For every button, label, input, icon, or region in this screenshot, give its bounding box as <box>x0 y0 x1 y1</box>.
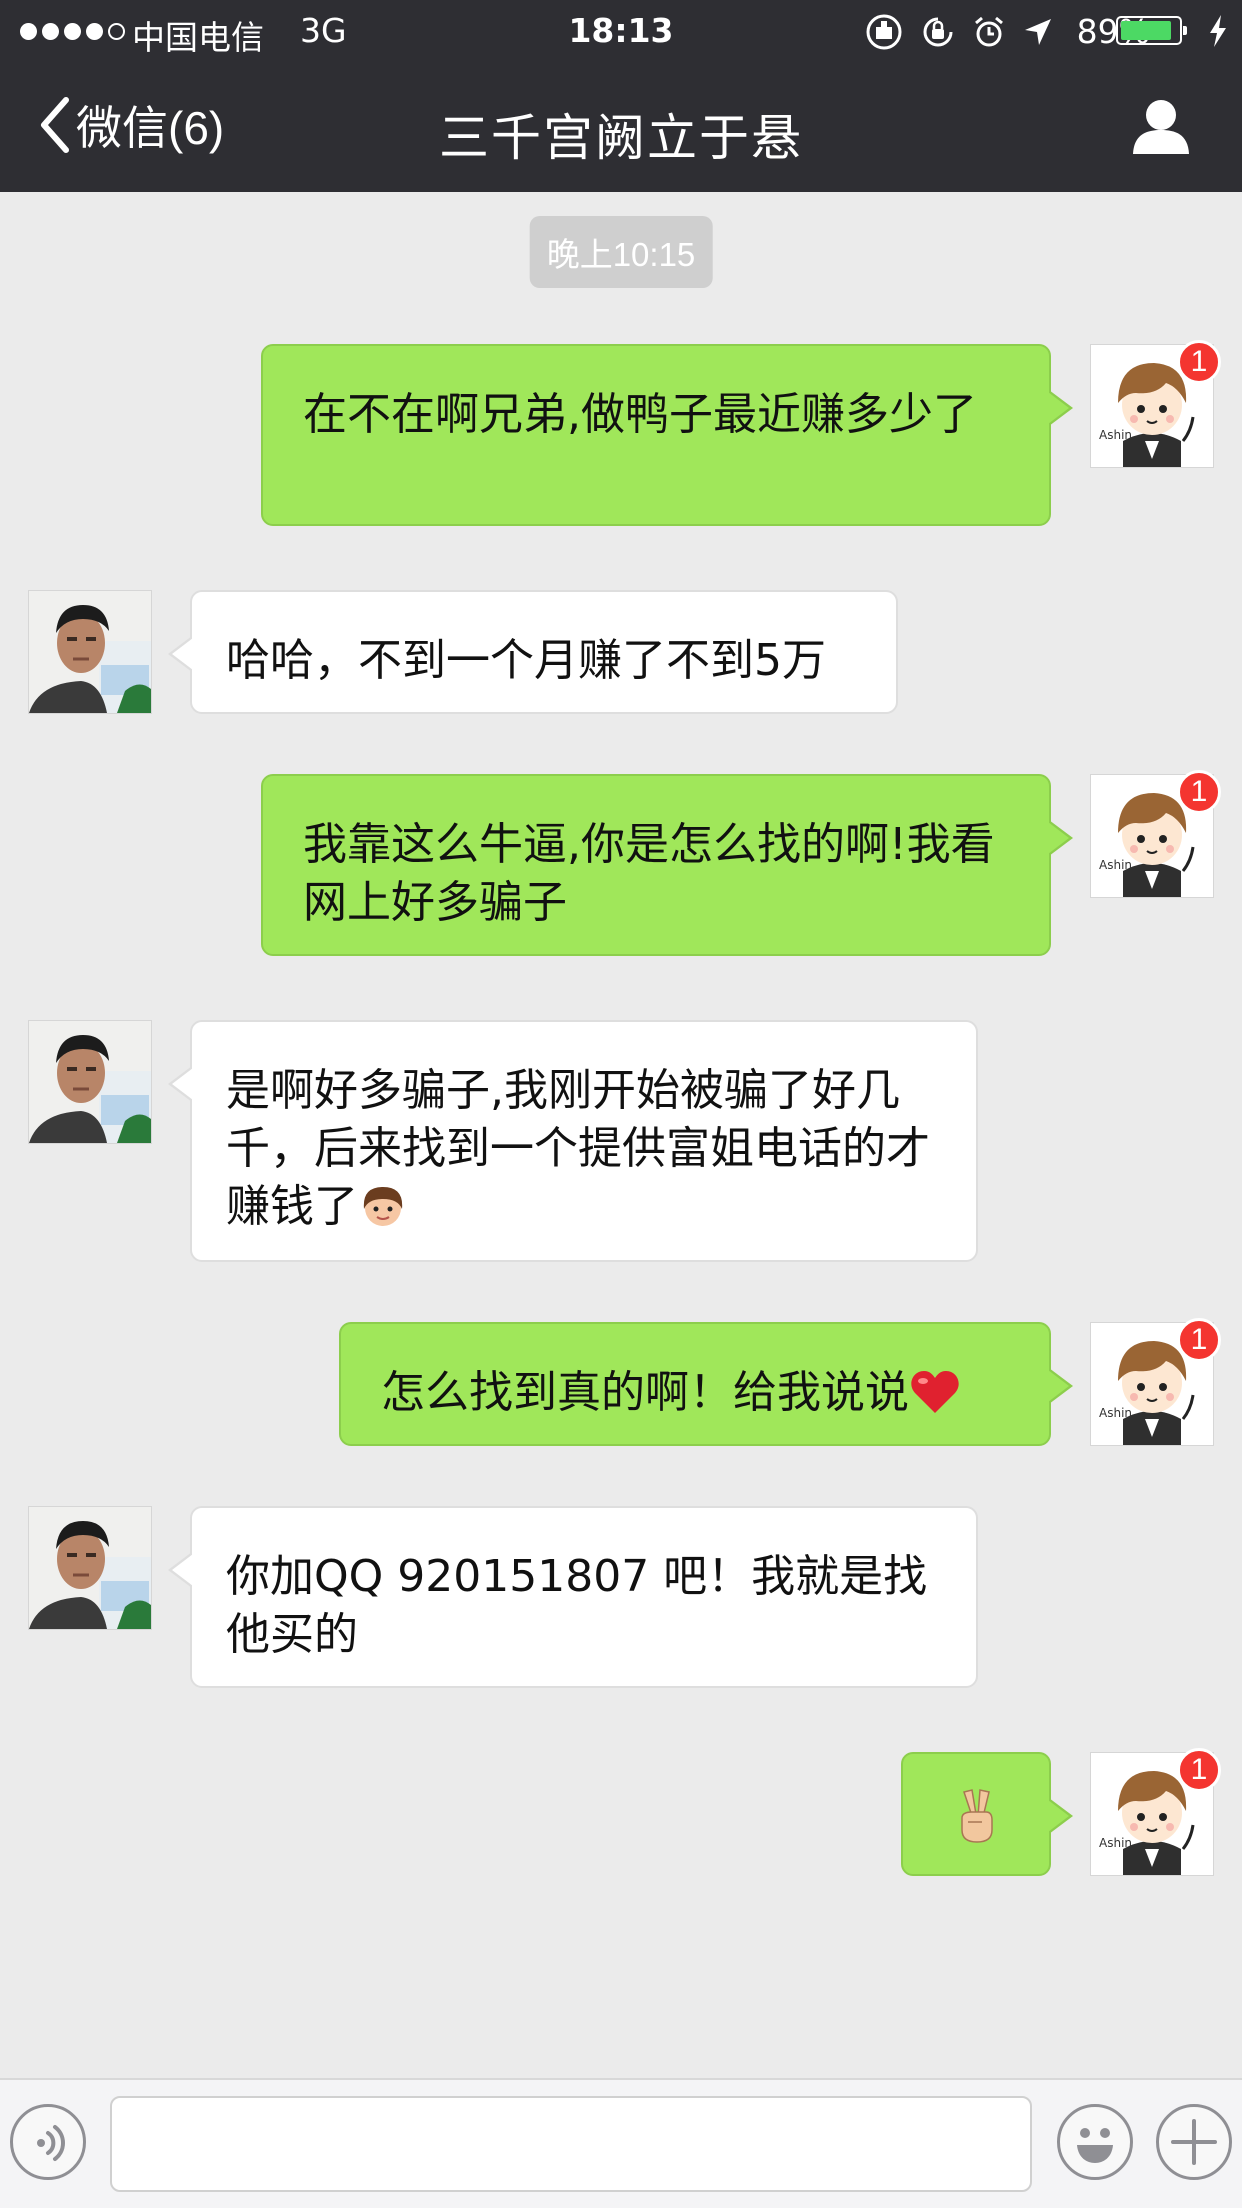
message-text: 是啊好多骗子,我刚开始被骗了好几千，后来找到一个提供富姐电话的才赚钱了 <box>226 1065 930 1232</box>
avatar-badge: 1 <box>1177 1748 1221 1792</box>
contact-avatar-image <box>29 1021 151 1143</box>
avatar-badge: 1 <box>1177 1318 1221 1362</box>
message-text: 你加QQ 920151807 吧！我就是找他买的 <box>226 1551 928 1660</box>
battery-icon <box>1116 16 1187 45</box>
message-bubble[interactable]: 哈哈，不到一个月赚了不到5万 <box>168 590 898 714</box>
svg-text:Ashin: Ashin <box>1099 1406 1132 1420</box>
contact-avatar[interactable] <box>28 590 152 714</box>
message-bubble[interactable]: 怎么找到真的啊！给我说说 <box>339 1322 1073 1446</box>
emoji-face-icon <box>1077 2128 1113 2163</box>
my-avatar[interactable]: Ashin 1 <box>1090 770 1221 898</box>
status-bar: 中国电信 3G 18:13 89% <box>0 0 1242 62</box>
victory-hand-emoji-icon <box>961 1789 993 1843</box>
chat-timestamp: 晚上10:15 <box>529 216 713 288</box>
nav-bar: 微信(6) 三千宫阙立于悬 <box>0 62 1242 192</box>
message-input[interactable] <box>110 2096 1032 2192</box>
emoji-button[interactable] <box>1057 2104 1133 2180</box>
girl-face-emoji-icon <box>363 1187 403 1226</box>
contact-avatar-image <box>29 1507 151 1629</box>
avatar-badge: 1 <box>1177 770 1221 814</box>
outgoing-message-row: Ashin 1 <box>0 1748 1242 1876</box>
message-list[interactable]: 晚上10:15 Ashin 1 在不在啊兄弟,做鸭子最近赚多少了 哈哈，不到一个月… <box>0 192 1242 2078</box>
message-text: 哈哈，不到一个月赚了不到5万 <box>226 635 826 686</box>
message-bubble[interactable]: 我靠这么牛逼,你是怎么找的啊!我看网上好多骗子 <box>261 774 1073 956</box>
message-text: 我靠这么牛逼,你是怎么找的啊!我看网上好多骗子 <box>303 819 995 928</box>
my-avatar[interactable]: Ashin 1 <box>1090 1748 1221 1876</box>
top-bar: 中国电信 3G 18:13 89% 微信(6) 三千宫阙立于悬 <box>0 0 1242 192</box>
message-text: 怎么找到真的啊！给我说说 <box>381 1367 909 1418</box>
incoming-message-row: 是啊好多骗子,我刚开始被骗了好几千，后来找到一个提供富姐电话的才赚钱了 <box>0 1020 1242 1262</box>
location-arrow-icon <box>1023 17 1053 47</box>
contact-avatar[interactable] <box>28 1020 152 1144</box>
voice-icon <box>37 2125 65 2161</box>
rotation-lock-icon <box>921 15 955 49</box>
orientation-lock-icon <box>865 13 903 51</box>
chat-profile-button[interactable] <box>1130 96 1192 158</box>
message-bubble[interactable]: 你加QQ 920151807 吧！我就是找他买的 <box>168 1506 978 1688</box>
outgoing-message-row: Ashin 1 我靠这么牛逼,你是怎么找的啊!我看网上好多骗子 <box>0 770 1242 956</box>
status-icons: 89% <box>865 12 1150 51</box>
contact-avatar-image <box>29 591 151 713</box>
outgoing-message-row: Ashin 1 在不在啊兄弟,做鸭子最近赚多少了 <box>0 340 1242 526</box>
my-avatar[interactable]: Ashin 1 <box>1090 340 1221 468</box>
charging-bolt-icon <box>1208 14 1228 56</box>
contact-avatar[interactable] <box>28 1506 152 1630</box>
back-button-label: 微信(6) <box>76 102 225 154</box>
back-chevron-icon <box>41 97 69 153</box>
red-heart-emoji-icon <box>911 1371 959 1413</box>
incoming-message-row: 哈哈，不到一个月赚了不到5万 <box>0 590 1242 714</box>
voice-button[interactable] <box>10 2104 86 2180</box>
chat-screen: 中国电信 3G 18:13 89% 微信(6) 三千宫阙立于悬 晚上10:15 … <box>0 0 1242 2208</box>
svg-text:Ashin: Ashin <box>1099 858 1132 872</box>
incoming-message-row: 你加QQ 920151807 吧！我就是找他买的 <box>0 1506 1242 1688</box>
svg-text:Ashin: Ashin <box>1099 1836 1132 1850</box>
input-bar <box>0 2078 1242 2208</box>
profile-icon <box>1133 100 1189 154</box>
my-avatar[interactable]: Ashin 1 <box>1090 1318 1221 1446</box>
message-bubble[interactable] <box>901 1752 1073 1876</box>
back-button[interactable]: 微信(6) <box>38 90 224 160</box>
plus-icon <box>1171 2119 1217 2165</box>
svg-text:Ashin: Ashin <box>1099 428 1132 442</box>
message-text: 在不在啊兄弟,做鸭子最近赚多少了 <box>303 389 977 440</box>
message-bubble[interactable]: 在不在啊兄弟,做鸭子最近赚多少了 <box>261 344 1073 526</box>
message-bubble[interactable]: 是啊好多骗子,我刚开始被骗了好几千，后来找到一个提供富姐电话的才赚钱了 <box>168 1020 978 1262</box>
more-button[interactable] <box>1156 2104 1232 2180</box>
alarm-icon <box>973 15 1005 49</box>
avatar-badge: 1 <box>1177 340 1221 384</box>
outgoing-message-row: Ashin 1 怎么找到真的啊！给我说说 <box>0 1318 1242 1446</box>
